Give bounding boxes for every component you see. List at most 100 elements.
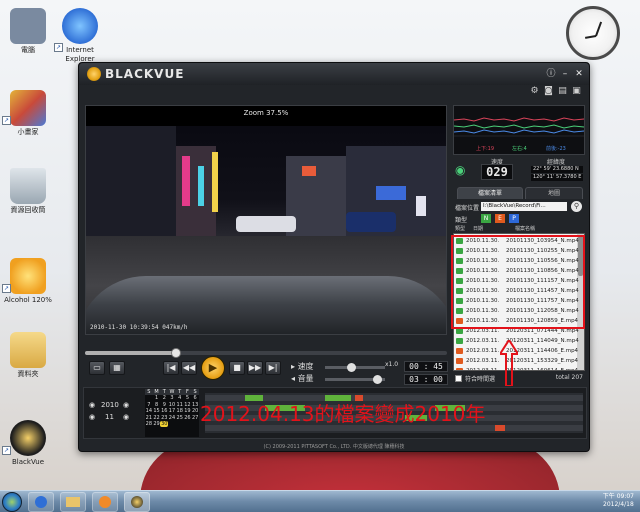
type-label: 類型 [455,217,468,224]
title-bar[interactable]: BLACKVUE ⓘ – ✕ [79,63,589,85]
tab-file-list[interactable]: 檔案清單 [457,187,523,199]
rewind-button[interactable]: ◀◀ [181,361,197,375]
video-osd-text: 2010-11-30 10:39:54 047km/h [90,324,188,331]
calendar-day[interactable]: 29 [153,421,161,427]
file-date: 2012.03.11. [466,338,500,344]
calendar-day [168,421,176,427]
desktop-icon-alcohol[interactable]: Alcohol 120% ↗ [0,258,56,305]
taskbar-blackvue-button[interactable] [124,492,150,512]
video-file-icon [456,368,463,370]
video-file-icon [456,348,463,354]
speed-slider-handle[interactable] [347,363,356,372]
calendar-day [176,421,184,427]
speed-readout: 029 [481,164,513,180]
g-sensor-graph: 上下:19 左右:4 前後:-23 [453,105,585,155]
type-filter-event[interactable]: E [495,214,505,223]
path-input[interactable]: I:\BlackVue\Record\Fi... [481,202,567,211]
match-time-label: 符合時間選 [465,376,496,383]
tray-time: 下午 09:07 [602,493,634,500]
start-button[interactable] [2,492,22,512]
next-month-icon[interactable]: ◉ [123,413,129,421]
header-name: 檔案名稱 [515,226,536,232]
seek-handle[interactable] [170,348,181,358]
folder-icon [66,497,80,507]
file-list-header: 類型 日期 檔案名稱 [453,225,585,233]
taskbar-media-button[interactable] [92,492,118,512]
seek-progress [85,351,176,355]
type-filter-normal[interactable]: N [481,214,491,223]
calendar-day[interactable]: 30 [160,421,169,428]
coords-caption: 經緯度 [547,159,566,166]
current-time: 00 : 45 [404,361,448,372]
latitude: 22° 59' 23.6880 N [531,166,583,173]
calendar-day [191,421,199,427]
tab-map[interactable]: 地圖 [525,187,583,199]
shortcut-arrow-icon: ↗ [54,43,63,52]
type-row: 類型 N E P [453,213,585,225]
volume-label: 音量 [297,374,314,383]
paint-icon [10,90,46,126]
type-filter-parking[interactable]: P [509,214,519,223]
fullscreen-button[interactable]: ▭ [89,361,105,375]
snapshot-button[interactable]: ▦ [109,361,125,375]
zoom-label: Zoom 37.5% [243,109,289,117]
desktop-icon-folder[interactable]: 資料夾 [0,332,56,379]
volume-slider[interactable] [325,375,385,384]
taskbar-explorer-button[interactable] [60,492,86,512]
next-year-icon[interactable]: ◉ [123,401,129,409]
folder-icon [10,332,46,368]
forward-button[interactable]: ▶▶ [247,361,263,375]
longitude: 120° 11' 57.3780 E [531,174,583,181]
minimize-button[interactable]: – [559,68,571,80]
month-value: 11 [105,413,114,421]
calendar-day[interactable]: 28 [145,421,153,427]
settings-icon[interactable]: ⚙ [529,86,540,97]
desktop-icon-blackvue[interactable]: BlackVue ↗ [0,420,56,467]
total-time: 03 : 00 [404,374,448,385]
calendar: S M T W T F S 1 2 3 4 5 6 7 8 9 10 11 12 13 14 15 16 17 18 19 20 21… [145,389,199,437]
annotation-arrow [500,340,518,386]
g-sensor-x-label: 左右:4 [512,146,527,152]
speed-multiplier: x1.0 [385,361,399,368]
desktop-icon-recycle-bin[interactable]: 資源回收筒 [0,168,56,215]
system-tray-clock[interactable]: 下午 09:07 2012/4/18 [603,493,634,509]
alcohol-120-icon [10,258,46,294]
volume-icon: ◂ [291,374,296,383]
play-button[interactable]: ▶ [201,356,225,380]
search-icon[interactable]: ⚲ [571,201,582,212]
info-icon[interactable]: ⓘ [545,68,557,80]
next-file-button[interactable]: ▶| [265,361,281,375]
gps-signal-icon: ◉ [455,163,466,177]
shortcut-arrow-icon: ↗ [2,116,11,125]
match-time-checkbox[interactable] [455,375,462,382]
folder-open-icon[interactable]: ▣ [571,86,582,97]
camera-icon[interactable]: ◙ [543,86,554,97]
desktop-icon-ie[interactable]: Internet Explorer ↗ [52,8,108,64]
taskbar-ie-button[interactable] [28,492,54,512]
desktop-icon-paint[interactable]: 小畫家 ↗ [0,90,56,137]
internet-explorer-icon [62,8,98,44]
calendar-grid: S M T W T F S 1 2 3 4 5 6 7 8 9 10 11 12 13 14 15 16 17 18 19 20 21… [145,389,199,428]
file-list-footer: 符合時間選 total 207 [453,374,585,384]
gps-info: ◉ 速度 029 經緯度 22° 59' 23.6880 N 120° 11' … [453,157,585,183]
computer-icon [10,8,46,44]
desktop-icon-computer[interactable]: 電腦 [0,8,56,55]
speed-slider[interactable] [325,363,385,372]
file-date: 2012.03.11. [466,358,500,364]
brand-name: BLACKVUE [105,67,185,81]
video-viewport[interactable]: Zoom 37.5% 2010-11-30 10:39:54 047km/h [85,105,447,335]
previous-file-button[interactable]: |◀ [163,361,179,375]
panel-tabs: 檔案清單 地圖 [453,187,585,199]
volume-slider-handle[interactable] [373,375,382,384]
speed-icon: ▸ [291,362,296,371]
seek-bar[interactable] [85,348,447,358]
clock-minute-hand [595,21,603,37]
close-button[interactable]: ✕ [573,68,585,80]
path-label: 檔案位置 [455,205,480,212]
prev-month-icon[interactable]: ◉ [89,413,95,421]
stop-button[interactable]: ■ [229,361,245,375]
blackvue-app-icon [10,420,46,456]
year-value: 2010 [101,401,119,409]
prev-year-icon[interactable]: ◉ [89,401,95,409]
print-icon[interactable]: ▤ [557,86,568,97]
